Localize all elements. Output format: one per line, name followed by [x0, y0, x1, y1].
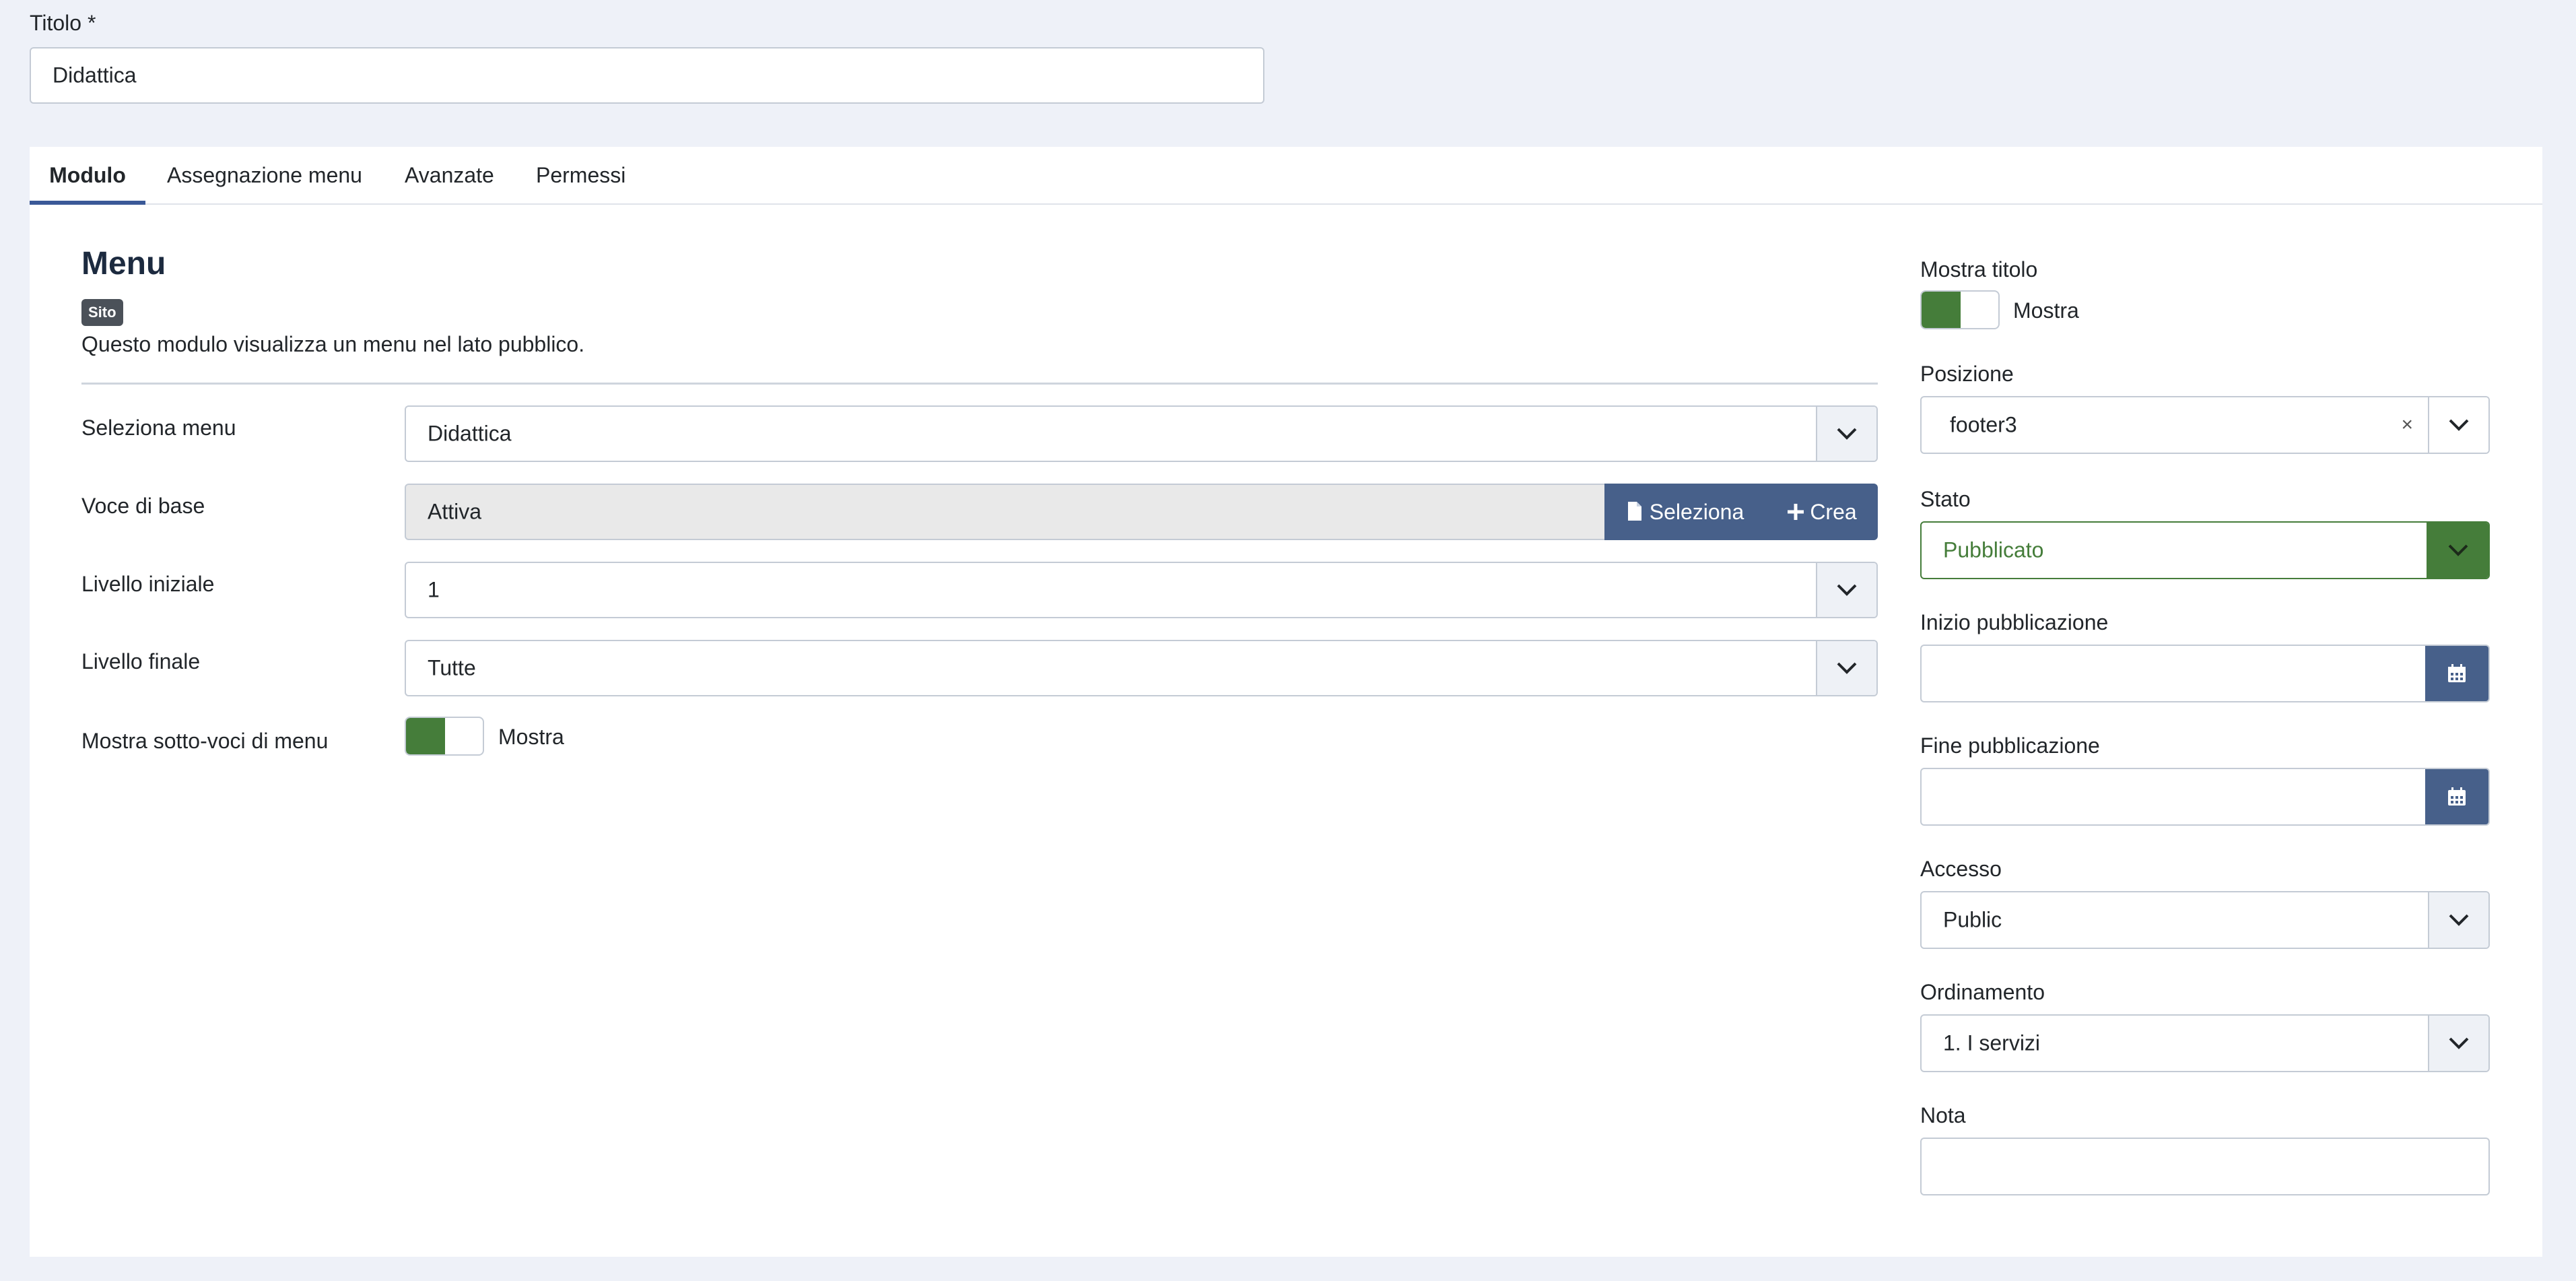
- seleziona-menu-label: Seleziona menu: [81, 416, 236, 440]
- tab-modulo[interactable]: Modulo: [30, 147, 145, 205]
- mostra-sottovoci-label: Mostra sotto-voci di menu: [81, 729, 329, 753]
- tab-active-indicator: [30, 201, 145, 205]
- mostra-titolo-toggle[interactable]: [1920, 290, 2000, 329]
- livello-finale-label: Livello finale: [81, 649, 201, 674]
- title-input-value: Didattica: [53, 63, 137, 88]
- livello-iniziale-select[interactable]: 1: [405, 562, 1878, 618]
- title-input[interactable]: Didattica: [30, 47, 1264, 104]
- nota-label: Nota: [1920, 1103, 1966, 1127]
- accesso-value: Public: [1943, 907, 2002, 932]
- mostra-titolo-toggle-label: Mostra: [2013, 298, 2079, 323]
- plus-icon: [1788, 504, 1804, 520]
- calendar-button[interactable]: [2425, 769, 2488, 824]
- module-heading: Menu: [81, 246, 166, 282]
- posizione-label: Posizione: [1920, 362, 2014, 386]
- chevron-down-icon: [2428, 397, 2488, 453]
- stato-select[interactable]: Pubblicato: [1920, 521, 2490, 579]
- toggle-on-indicator: [406, 718, 445, 754]
- seleziona-menu-value: Didattica: [428, 421, 512, 446]
- inizio-pubblicazione-label: Inizio pubblicazione: [1920, 610, 2109, 634]
- module-description: Questo modulo visualizza un menu nel lat…: [81, 332, 585, 356]
- ordinamento-select[interactable]: 1. I servizi: [1920, 1014, 2490, 1072]
- livello-iniziale-label: Livello iniziale: [81, 572, 215, 596]
- crea-button[interactable]: Crea: [1766, 484, 1878, 540]
- voce-di-base-input[interactable]: Attiva: [405, 484, 1606, 540]
- chevron-down-icon: [2428, 1016, 2488, 1071]
- livello-finale-value: Tutte: [428, 655, 476, 680]
- ordinamento-label: Ordinamento: [1920, 980, 2045, 1004]
- livello-iniziale-value: 1: [428, 577, 440, 602]
- calendar-icon: [2448, 787, 2466, 806]
- mostra-sottovoci-toggle[interactable]: [405, 717, 484, 756]
- seleziona-button-label: Seleziona: [1649, 499, 1744, 524]
- nota-input[interactable]: [1920, 1138, 2490, 1195]
- tab-assegnazione-menu[interactable]: Assegnazione menu: [167, 147, 362, 205]
- ordinamento-value: 1. I servizi: [1943, 1030, 2041, 1055]
- chevron-down-icon: [1816, 563, 1876, 617]
- fine-pubblicazione-label: Fine pubblicazione: [1920, 733, 2100, 758]
- crea-button-label: Crea: [1810, 499, 1857, 524]
- tab-permessi[interactable]: Permessi: [536, 147, 625, 205]
- chevron-down-icon: [1816, 641, 1876, 695]
- mostra-titolo-label: Mostra titolo: [1920, 257, 2038, 282]
- calendar-icon: [2448, 664, 2466, 682]
- posizione-select[interactable]: footer3 ×: [1920, 396, 2490, 454]
- inizio-pubblicazione-input[interactable]: [1920, 645, 2490, 702]
- fine-pubblicazione-input[interactable]: [1920, 768, 2490, 826]
- clear-icon[interactable]: ×: [2401, 414, 2413, 436]
- accesso-label: Accesso: [1920, 857, 2002, 881]
- voce-di-base-label: Voce di base: [81, 494, 205, 518]
- site-badge: Sito: [81, 299, 123, 326]
- module-divider: [81, 383, 1878, 385]
- seleziona-menu-select[interactable]: Didattica: [405, 405, 1878, 462]
- chevron-down-icon: [2428, 892, 2488, 948]
- tab-avanzate[interactable]: Avanzate: [405, 147, 494, 205]
- seleziona-button[interactable]: Seleziona: [1604, 484, 1766, 540]
- accesso-select[interactable]: Public: [1920, 891, 2490, 949]
- stato-value: Pubblicato: [1943, 537, 2044, 562]
- title-label: Titolo *: [30, 11, 96, 35]
- toggle-on-indicator: [1922, 292, 1961, 328]
- livello-finale-select[interactable]: Tutte: [405, 640, 1878, 696]
- posizione-value: footer3: [1950, 412, 2017, 437]
- chevron-down-icon: [2427, 523, 2488, 578]
- chevron-down-icon: [1816, 407, 1876, 461]
- voce-di-base-value: Attiva: [428, 499, 482, 524]
- stato-label: Stato: [1920, 487, 1971, 511]
- calendar-button[interactable]: [2425, 646, 2488, 701]
- file-icon: [1627, 502, 1641, 521]
- mostra-sottovoci-toggle-label: Mostra: [498, 725, 564, 749]
